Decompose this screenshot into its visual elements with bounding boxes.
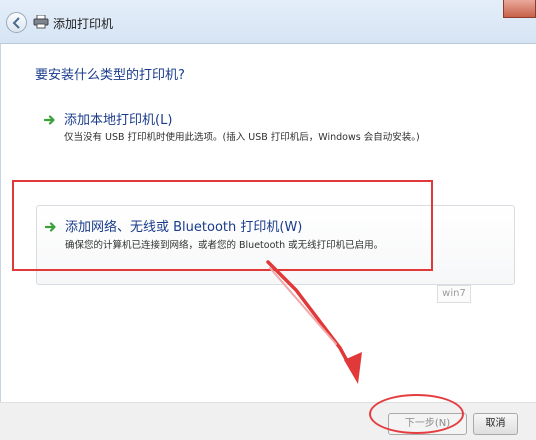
cancel-button[interactable]: 取消 bbox=[473, 413, 518, 435]
red-circle-annotation bbox=[369, 394, 464, 434]
annotation-arrow bbox=[266, 260, 362, 384]
